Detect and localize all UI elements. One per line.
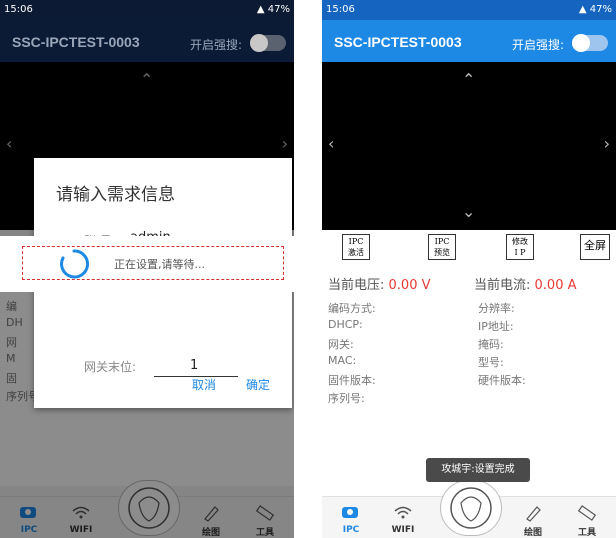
dialog-title: 请输入需求信息 <box>56 185 175 205</box>
nav-label-tools: 工具 <box>577 528 596 538</box>
gateway-field[interactable]: 1 <box>190 358 198 373</box>
pencil-icon <box>526 506 541 522</box>
dhcp-label: DHCP: <box>328 318 363 331</box>
ipc-activate-button[interactable]: IPC 激活 <box>342 234 370 260</box>
modify-ip-button[interactable]: 修改 I P <box>506 234 534 260</box>
action-toolbar: IPC 激活 IPC 预览 修改 I P 全屏 <box>322 230 616 267</box>
button-line: IPC <box>434 237 450 246</box>
status-bar: 15:06 ▲ 47% <box>322 0 616 20</box>
cancel-button[interactable]: 取消 <box>192 376 216 393</box>
wifi-icon <box>394 506 412 519</box>
serial-label: 序列号: <box>328 392 365 405</box>
nav-item-draw[interactable]: 绘图 <box>508 503 558 538</box>
right-phone-screen: 15:06 ▲ 47% SSC-IPCTEST-0003 开启强搜: ⌃ ‹ ›… <box>322 0 616 538</box>
voltage-row: 当前电压: 0.00 V <box>328 274 431 293</box>
model-label: 型号: <box>478 356 504 369</box>
lion-logo[interactable] <box>440 480 502 536</box>
info-panel: 当前电压: 0.00 V 当前电流: 0.00 A 编码方式: 分辨率: DHC… <box>322 266 616 486</box>
status-time: 15:06 <box>326 4 355 15</box>
voltage-label: 当前电压: <box>328 278 385 293</box>
progress-message: 正在设置,请等待... <box>114 258 205 271</box>
force-search-label: 开启强搜: <box>189 38 242 52</box>
video-preview[interactable]: ⌃ ‹ › ⌄ <box>322 62 616 230</box>
resolution-label: 分辨率: <box>478 302 515 315</box>
mac-label: MAC: <box>328 354 357 367</box>
firmware-label: 固件版本: <box>328 374 376 387</box>
ptz-up-icon[interactable]: ⌃ <box>462 70 475 89</box>
toast-message: 攻城宇:设置完成 <box>426 458 530 482</box>
spinner-icon <box>60 249 90 279</box>
nav-item-wifi[interactable]: WIFI <box>378 503 428 535</box>
gateway-label: 网关末位: <box>84 360 137 374</box>
button-line: 预览 <box>434 248 450 257</box>
status-bar-dimmed: 15:06 ▲ 47% <box>0 0 294 20</box>
button-line: 修改 <box>512 237 528 246</box>
nav-label-wifi: WIFI <box>391 525 415 535</box>
hardware-label: 硬件版本: <box>478 374 526 387</box>
button-line: I P <box>514 248 526 257</box>
current-value: 0.00 A <box>534 278 577 293</box>
nav-label-draw: 绘图 <box>523 528 542 538</box>
ptz-down-icon[interactable]: ⌄ <box>462 202 475 221</box>
nav-label-ipc: IPC <box>342 525 360 535</box>
ip-label: IP地址: <box>478 320 514 333</box>
force-search-switch[interactable] <box>250 34 286 52</box>
ptz-right-icon[interactable]: › <box>604 134 610 153</box>
gateway-label: 网关: <box>328 338 354 351</box>
switch-knob <box>572 34 590 52</box>
current-row: 当前电流: 0.00 A <box>474 274 577 293</box>
button-line: 激活 <box>348 248 364 257</box>
camera-icon <box>342 507 358 518</box>
confirm-button[interactable]: 确定 <box>246 376 270 393</box>
switch-knob <box>250 34 268 52</box>
status-signal: ▲ 47% <box>256 4 290 15</box>
lion-logo-icon <box>450 487 492 529</box>
nav-item-tools[interactable]: 工具 <box>562 503 612 538</box>
app-bar: SSC-IPCTEST-0003 开启强搜: <box>322 20 616 62</box>
progress-dialog: 正在设置,请等待... <box>0 236 294 292</box>
device-title: SSC-IPCTEST-0003 <box>334 34 462 50</box>
ipc-preview-button[interactable]: IPC 预览 <box>428 234 456 260</box>
status-time: 15:06 <box>4 4 33 15</box>
force-search-label: 开启强搜: <box>511 38 564 52</box>
encoding-label: 编码方式: <box>328 302 376 315</box>
force-search-switch[interactable] <box>572 34 608 52</box>
current-label: 当前电流: <box>474 278 531 293</box>
status-signal: ▲ 47% <box>578 4 612 15</box>
ruler-icon <box>577 505 597 521</box>
app-bar-dimmed: SSC-IPCTEST-0003 开启强搜: <box>0 20 294 62</box>
left-phone-screen: 15:06 ▲ 47% SSC-IPCTEST-0003 开启强搜: ⌃ ‹ ›… <box>0 0 294 538</box>
button-line: IPC <box>348 237 364 246</box>
mask-label: 掩码: <box>478 338 504 351</box>
voltage-value: 0.00 V <box>388 278 431 293</box>
battery-percent: 47% <box>267 4 290 15</box>
fullscreen-button[interactable]: 全屏 <box>580 234 610 260</box>
battery-percent: 47% <box>589 4 612 15</box>
device-title: SSC-IPCTEST-0003 <box>12 34 140 50</box>
ptz-left-icon[interactable]: ‹ <box>328 134 334 153</box>
nav-item-ipc[interactable]: IPC <box>326 503 376 535</box>
